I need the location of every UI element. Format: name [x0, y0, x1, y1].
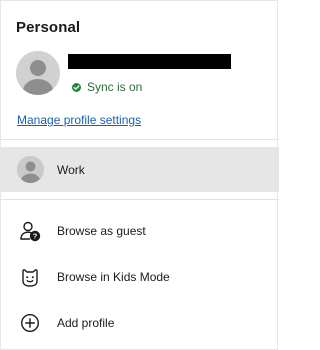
sync-check-icon	[72, 82, 81, 92]
divider	[1, 199, 279, 200]
browse-in-kids-mode-item[interactable]: Browse in Kids Mode	[1, 257, 279, 297]
person-icon	[16, 51, 60, 95]
add-profile-label: Add profile	[57, 316, 115, 330]
profile-flyout: Personal Sync is on Manage profile setti…	[0, 0, 279, 350]
divider	[1, 139, 279, 140]
work-profile-avatar	[17, 156, 44, 183]
person-icon	[17, 156, 44, 183]
add-profile-icon	[20, 313, 40, 333]
add-profile-item[interactable]: Add profile	[1, 303, 279, 343]
sync-status: Sync is on	[72, 80, 142, 94]
browse-as-guest-item[interactable]: ? Browse as guest	[1, 211, 279, 251]
guest-icon: ?	[20, 221, 41, 242]
svg-text:?: ?	[33, 232, 38, 241]
redacted-profile-name	[68, 54, 231, 69]
section-title: Personal	[16, 19, 81, 36]
browse-in-kids-mode-label: Browse in Kids Mode	[57, 270, 170, 284]
manage-profile-settings-link[interactable]: Manage profile settings	[17, 113, 141, 127]
kids-mode-icon	[22, 269, 38, 287]
current-profile-avatar[interactable]	[16, 51, 60, 95]
browse-as-guest-label: Browse as guest	[57, 224, 146, 238]
profile-item-label: Work	[57, 163, 85, 177]
sync-status-label: Sync is on	[87, 80, 143, 94]
